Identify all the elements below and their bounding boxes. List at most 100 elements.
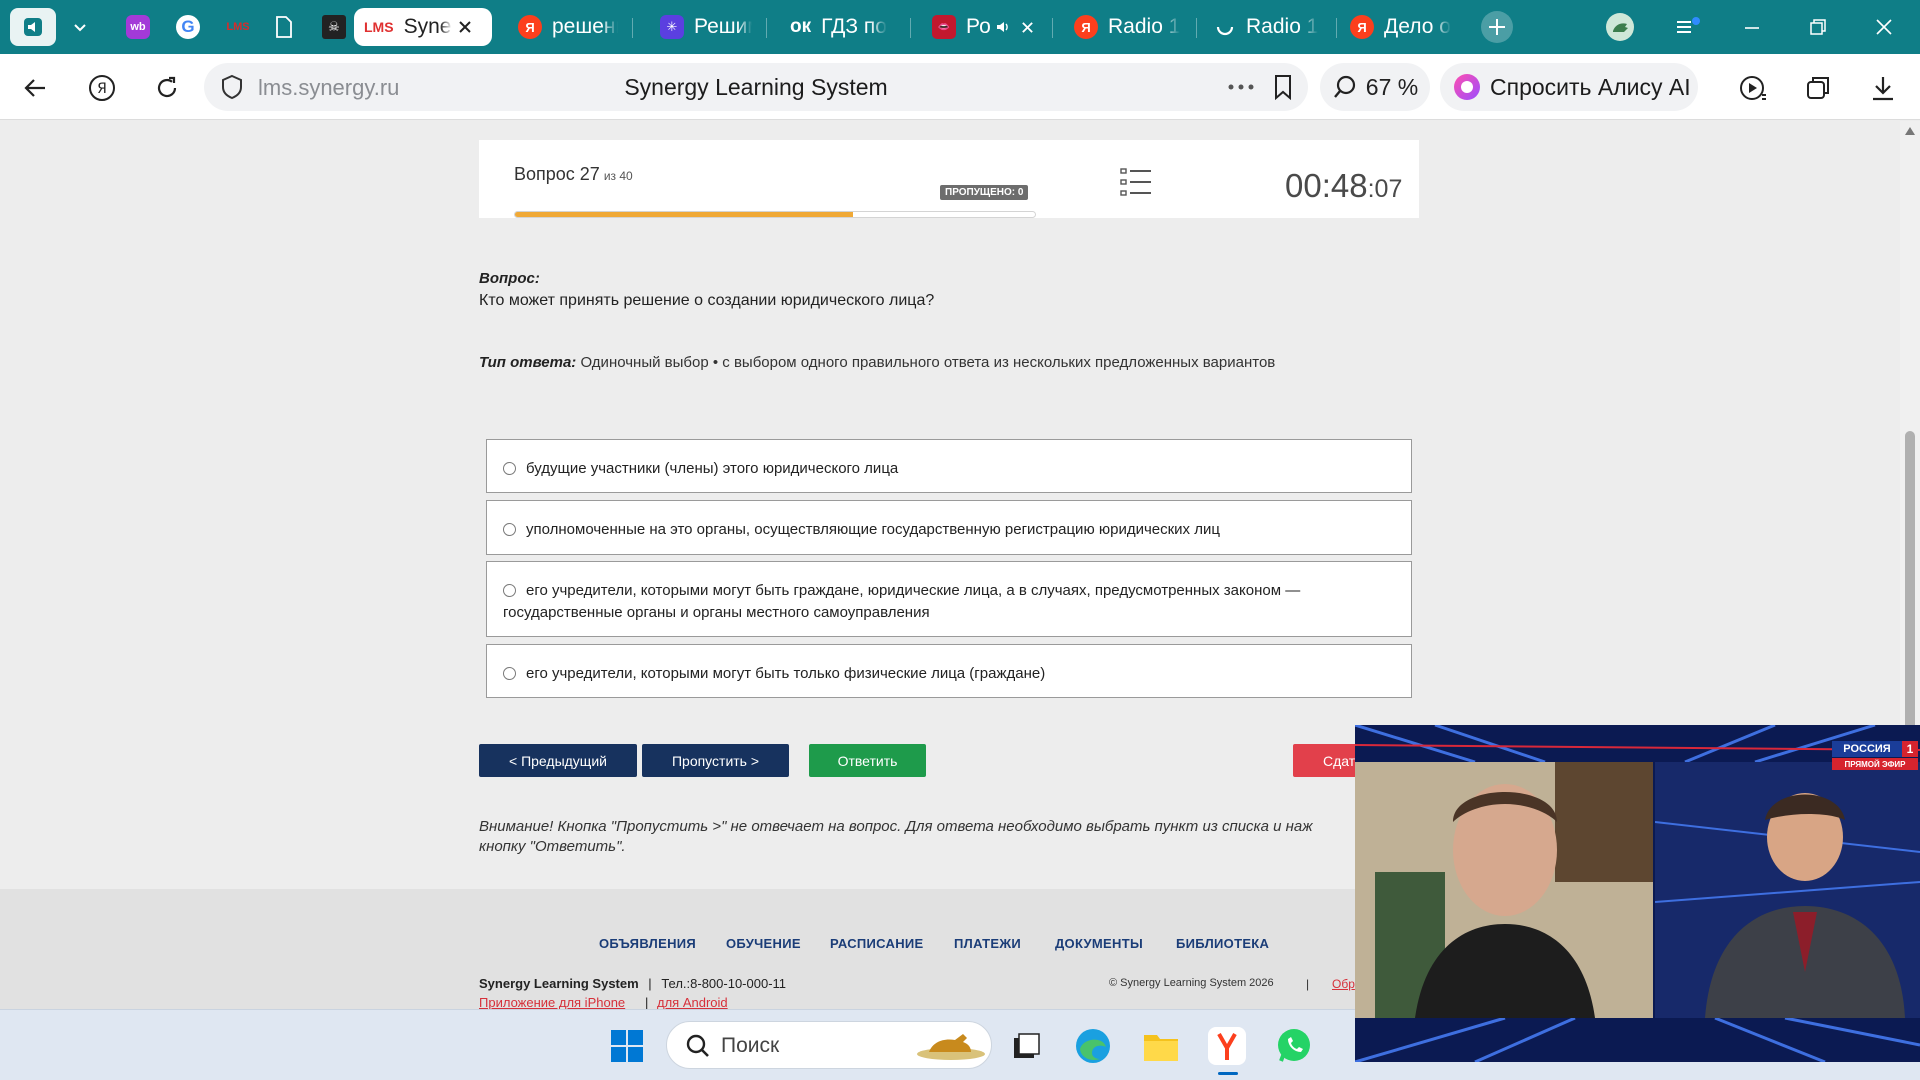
profile-button[interactable] (1600, 10, 1640, 44)
tab-audio-button[interactable] (10, 8, 56, 46)
feedback-link[interactable]: Обр (1332, 977, 1355, 991)
skip-button[interactable]: Пропустить > (642, 744, 789, 777)
skip-warning-text: Внимание! Кнопка "Пропустить >" не отвеч… (479, 818, 1313, 855)
new-tab-button[interactable] (1478, 8, 1516, 46)
browser-toolbar: Я lms.synergy.ru Synergy Learning System… (0, 54, 1920, 120)
footer-nav-announcements[interactable]: ОБЪЯВЛЕНИЯ (599, 936, 696, 951)
taskbar-file-explorer[interactable] (1140, 1025, 1182, 1067)
question-number: Вопрос 27 из 40 (514, 164, 633, 184)
answer-option-4[interactable]: его учредители, которыми могут быть толь… (486, 644, 1412, 698)
svg-text:Я: Я (97, 81, 107, 97)
footer-brand: Synergy Learning System (479, 976, 639, 991)
minimize-button[interactable] (1732, 10, 1772, 44)
footer-nav-education[interactable]: ОБУЧЕНИЕ (726, 936, 801, 951)
video-translate-button[interactable] (1736, 71, 1770, 105)
restore-button[interactable] (1798, 10, 1838, 44)
pirate-flag-icon: ☠ (322, 15, 346, 39)
back-button[interactable] (19, 71, 53, 105)
answer-type-label: Тип ответа: (479, 354, 577, 371)
tab-lms-pinned[interactable]: LMS (218, 8, 258, 46)
tab-gdz[interactable]: ок ГДЗ по (780, 8, 898, 46)
question-list-button[interactable] (1120, 168, 1152, 201)
skipped-badge: ПРОПУЩЕНО: 0 (940, 185, 1029, 200)
radio-button[interactable] (503, 667, 516, 680)
folder-icon (1144, 1035, 1178, 1061)
footer-nav-payments[interactable]: ПЛАТЕЖИ (954, 936, 1021, 951)
star-app-icon: ✳ (660, 15, 684, 39)
yandex-home-button[interactable]: Я (85, 71, 119, 105)
minimize-icon (1745, 27, 1759, 29)
answer-option-3[interactable]: его учредители, которыми могут быть граж… (486, 561, 1412, 637)
taskbar-search[interactable]: Поиск (666, 1021, 992, 1069)
footer-nav-library[interactable]: БИБЛИОТЕКА (1176, 936, 1269, 951)
tab-resheni[interactable]: Я решени (508, 8, 628, 46)
radio-button[interactable] (503, 462, 516, 475)
radio-button[interactable] (503, 523, 516, 536)
zoom-indicator[interactable]: 67 % (1320, 63, 1430, 111)
ask-alice-label: Спросить Алису AI (1490, 73, 1691, 100)
radio-button[interactable] (503, 584, 516, 597)
taskbar-edge[interactable] (1072, 1025, 1114, 1067)
answer-option-1[interactable]: будущие участники (члены) этого юридичес… (486, 439, 1412, 493)
scroll-up-arrow-icon[interactable] (1905, 127, 1915, 135)
loading-icon (1216, 26, 1234, 36)
reload-button[interactable] (150, 71, 184, 105)
wb-icon: wb (126, 15, 150, 39)
yandex-icon: Я (518, 15, 542, 39)
start-button[interactable] (606, 1025, 648, 1067)
footer-contacts: Synergy Learning System | Тел.:8-800-10-… (479, 976, 787, 991)
yandex-icon: Я (1074, 15, 1098, 39)
tab-pirate[interactable]: ☠ (314, 8, 354, 46)
collections-button[interactable] (1801, 71, 1835, 105)
tab-wb[interactable]: wb (118, 8, 158, 46)
tab-delo[interactable]: Я Дело о (1340, 8, 1462, 46)
question-heading: Вопрос: (479, 270, 540, 287)
footer-nav-documents[interactable]: ДОКУМЕНТЫ (1055, 936, 1143, 951)
close-icon[interactable] (458, 20, 472, 34)
answer-type-text: Одиночный выбор • с выбором одного прави… (580, 354, 1276, 371)
bookmark-icon[interactable] (1272, 74, 1294, 100)
tab-menu-button[interactable] (1668, 10, 1708, 44)
taskbar-task-view[interactable] (1005, 1025, 1047, 1067)
horse-widget-icon (917, 1034, 985, 1060)
ask-alice-button[interactable]: Спросить Алису AI (1440, 63, 1698, 111)
whatsapp-icon (1278, 1029, 1310, 1062)
footer-nav-schedule[interactable]: РАСПИСАНИЕ (830, 936, 924, 951)
tab-reshim[interactable]: ✳ Решим (650, 8, 762, 46)
collections-icon (1807, 77, 1829, 99)
question-text: Кто может принять решение о создании юри… (479, 292, 935, 309)
tab-ro-playing[interactable]: 👄 Ро (922, 8, 1046, 46)
close-window-button[interactable] (1864, 10, 1904, 44)
footer-copyright: © Synergy Learning System 2026 (1109, 977, 1274, 989)
tab-radio-2[interactable]: Radio 1 (1204, 8, 1334, 46)
tabs-dropdown-button[interactable] (60, 8, 100, 46)
answer-type-line: Тип ответа: Одиночный выбор • с выбором … (479, 354, 1275, 371)
downloads-button[interactable] (1866, 71, 1900, 105)
tab-synergy-active[interactable]: LMS Syne (354, 8, 492, 46)
channel-name: РОССИЯ (1832, 741, 1902, 757)
tab-document[interactable] (266, 8, 306, 46)
picture-in-picture-video[interactable]: РОССИЯ 1 ПРЯМОЙ ЭФИР (1355, 725, 1920, 1062)
tab-google[interactable]: G (168, 8, 208, 46)
submit-answer-button[interactable]: Ответить (809, 744, 926, 777)
speaker-icon[interactable] (995, 19, 1011, 35)
scrollbar-thumb[interactable] (1905, 431, 1915, 731)
android-app-link[interactable]: для Android (657, 995, 728, 1009)
iphone-app-link[interactable]: Приложение для iPhone (479, 995, 625, 1009)
previous-button[interactable]: < Предыдущий (479, 744, 637, 777)
tab-radio-1[interactable]: Я Radio 1 (1064, 8, 1196, 46)
address-bar[interactable]: lms.synergy.ru Synergy Learning System (204, 63, 1308, 111)
more-dots-icon[interactable] (1228, 83, 1254, 91)
chevron-down-icon (74, 24, 86, 32)
close-icon (1876, 19, 1892, 35)
answer-option-2[interactable]: уполномоченные на это органы, осуществля… (486, 500, 1412, 555)
close-icon[interactable] (1021, 21, 1034, 34)
download-icon (1873, 77, 1893, 101)
document-icon (276, 16, 292, 38)
reload-icon (157, 76, 177, 98)
plus-icon (1481, 11, 1513, 43)
taskbar-whatsapp[interactable] (1273, 1025, 1315, 1067)
person-silhouette-icon (1655, 762, 1920, 1018)
taskbar-yandex-browser[interactable] (1206, 1025, 1248, 1067)
ok-icon: ок (790, 16, 812, 37)
